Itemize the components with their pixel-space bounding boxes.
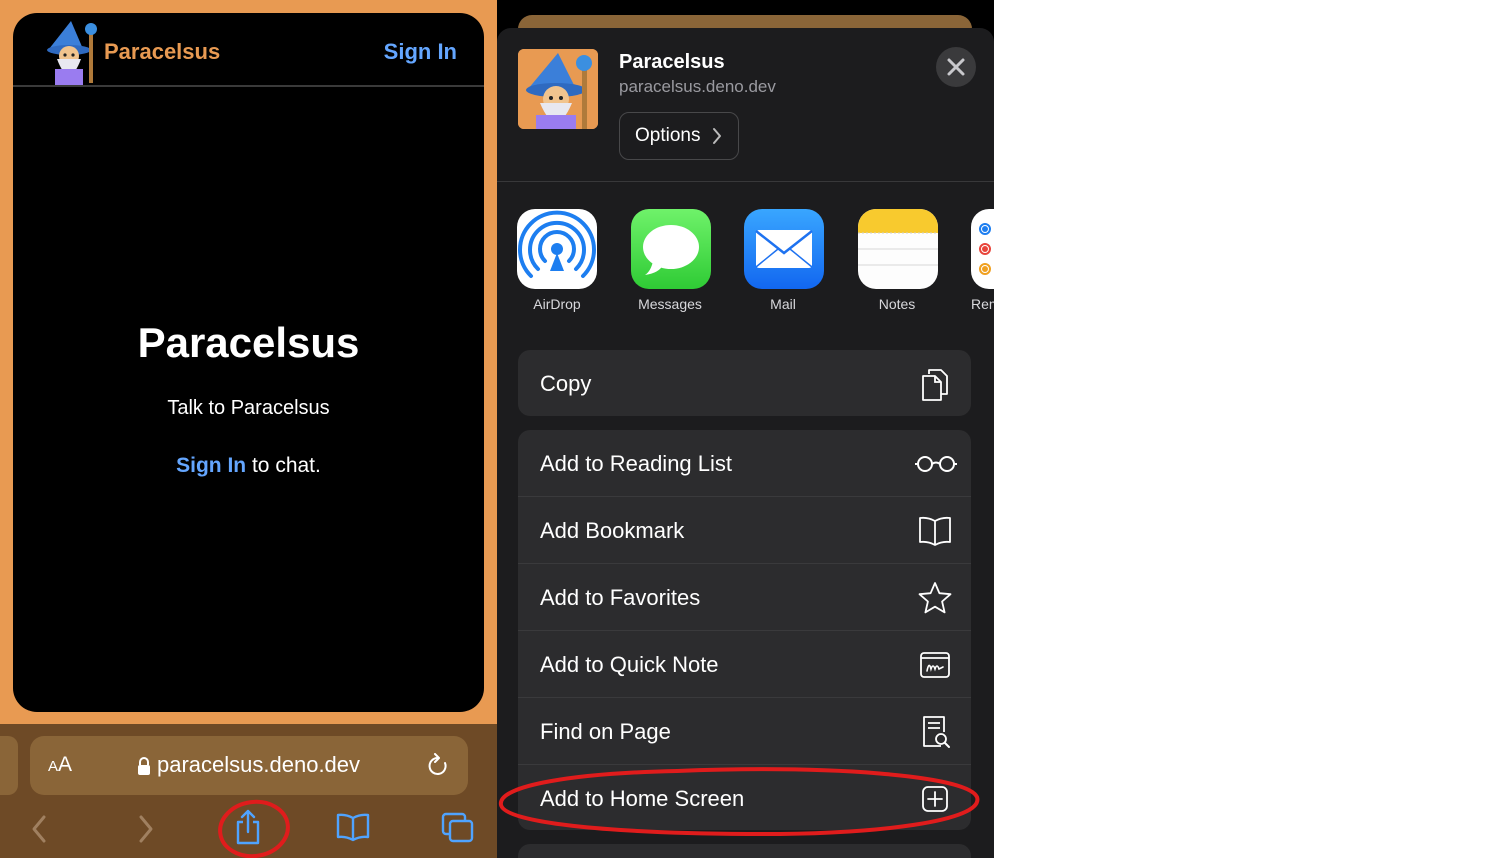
preview-url: paracelsus.deno.dev bbox=[619, 77, 776, 96]
hero-subtitle: Talk to Paracelsus bbox=[167, 397, 330, 419]
site-header: Paracelsus Sign In bbox=[13, 13, 484, 87]
star-icon bbox=[918, 582, 952, 614]
app-label-mail: Mail bbox=[770, 296, 796, 312]
share-sheet: Paracelsus paracelsus.deno.dev Options A bbox=[497, 28, 994, 858]
copy-icon bbox=[922, 369, 948, 401]
action-label: Add to Reading List bbox=[540, 451, 733, 476]
quick-note-icon bbox=[920, 652, 950, 678]
add-to-favorites-row[interactable]: Add to Favorites bbox=[518, 564, 971, 630]
app-label-messages: Messages bbox=[638, 296, 702, 312]
book-icon bbox=[919, 516, 951, 546]
app-label-reminders: Rem bbox=[971, 296, 994, 312]
wizard-logo-icon[interactable] bbox=[43, 19, 99, 85]
annotation-circle bbox=[218, 799, 290, 858]
site-name[interactable]: Paracelsus bbox=[104, 39, 220, 65]
header-sign-in-link[interactable]: Sign In bbox=[384, 39, 457, 65]
action-label: Add to Quick Note bbox=[540, 652, 719, 677]
options-button[interactable]: Options bbox=[619, 112, 739, 160]
notes-icon[interactable] bbox=[858, 209, 938, 289]
action-label: Copy bbox=[540, 371, 592, 396]
close-icon bbox=[947, 58, 965, 76]
reminders-icon[interactable] bbox=[971, 209, 994, 289]
hero-cta: Sign In to chat. bbox=[13, 454, 484, 478]
action-label: Add Bookmark bbox=[540, 518, 685, 543]
tabs-icon[interactable] bbox=[441, 812, 475, 844]
add-to-reading-list-row[interactable]: Add to Reading List bbox=[518, 430, 971, 496]
find-on-page-row[interactable]: Find on Page bbox=[518, 698, 971, 764]
app-label-notes: Notes bbox=[878, 296, 916, 312]
share-sheet-panel: Paracelsus paracelsus.deno.dev Options A bbox=[497, 0, 994, 858]
preview-title: Paracelsus bbox=[619, 51, 725, 73]
cta-sign-in-link[interactable]: Sign In bbox=[176, 454, 246, 477]
page-settings-button[interactable]: AA bbox=[48, 753, 72, 777]
address-bar[interactable]: AA paracelsus.deno.dev bbox=[30, 736, 468, 795]
back-icon[interactable] bbox=[29, 812, 49, 846]
mail-icon[interactable] bbox=[744, 209, 824, 289]
glasses-icon bbox=[915, 456, 957, 472]
web-page-card: Paracelsus Sign In Paracelsus Talk to Pa… bbox=[13, 13, 484, 712]
options-label: Options bbox=[635, 125, 701, 146]
chevron-right-icon bbox=[713, 128, 721, 144]
next-action-group bbox=[518, 844, 971, 858]
add-to-quick-note-row[interactable]: Add to Quick Note bbox=[518, 631, 971, 697]
action-label: Find on Page bbox=[540, 719, 671, 744]
lock-icon bbox=[138, 757, 150, 775]
cta-suffix: to chat. bbox=[246, 454, 321, 477]
wizard-thumbnail-icon bbox=[518, 49, 598, 129]
url-text[interactable]: paracelsus.deno.dev bbox=[157, 752, 360, 778]
reload-icon[interactable] bbox=[426, 753, 450, 779]
forward-icon[interactable] bbox=[136, 812, 156, 846]
annotation-ellipse bbox=[498, 767, 980, 837]
action-label: Add to Favorites bbox=[540, 585, 701, 610]
bookmarks-icon[interactable] bbox=[336, 812, 370, 842]
airdrop-icon[interactable] bbox=[517, 209, 597, 289]
messages-icon[interactable] bbox=[631, 209, 711, 289]
app-label-airdrop: AirDrop bbox=[533, 296, 581, 312]
find-on-page-icon bbox=[923, 716, 950, 748]
close-button[interactable] bbox=[936, 47, 976, 87]
add-bookmark-row[interactable]: Add Bookmark bbox=[518, 497, 971, 563]
action-group-copy: Copy bbox=[518, 350, 971, 416]
preview-thumbnail bbox=[518, 49, 598, 129]
safari-page-panel: Paracelsus Sign In Paracelsus Talk to Pa… bbox=[0, 0, 497, 858]
copy-row[interactable]: Copy bbox=[518, 350, 971, 416]
previous-tab-bar[interactable] bbox=[0, 736, 18, 795]
hero-title: Paracelsus bbox=[137, 319, 360, 366]
divider bbox=[497, 181, 994, 182]
